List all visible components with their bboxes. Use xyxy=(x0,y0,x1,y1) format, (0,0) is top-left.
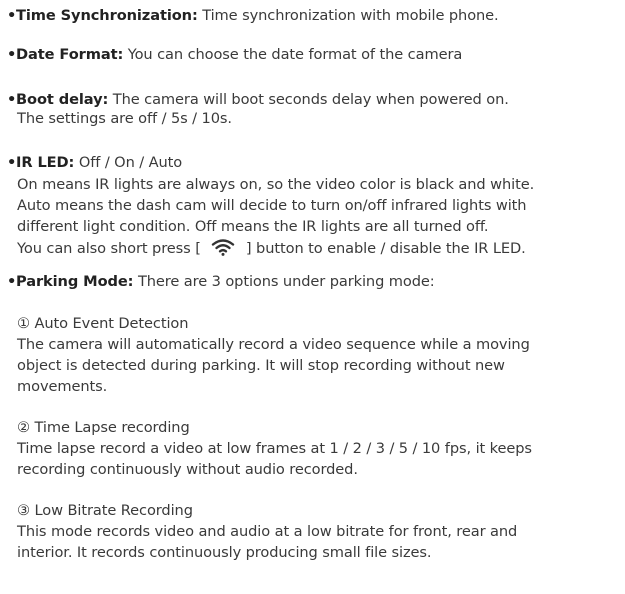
parking-option-line: object is detected during parking. It wi… xyxy=(17,357,505,374)
short-press-after: ] button to enable / disable the IR LED. xyxy=(245,240,526,257)
short-press-before: You can also short press [ xyxy=(17,240,201,257)
bullet: • xyxy=(7,7,17,24)
parking-option-line: interior. It records continuously produc… xyxy=(17,544,432,561)
date-format-item: •Date Format: You can choose the date fo… xyxy=(7,45,462,65)
ir-led-line: Auto means the dash cam will decide to t… xyxy=(17,197,527,214)
parking-option-heading: ② Time Lapse recording xyxy=(17,419,190,436)
parking-option-line: This mode records video and audio at a l… xyxy=(17,523,518,540)
boot-delay-desc: The camera will boot seconds delay when … xyxy=(108,91,509,108)
bullet: • xyxy=(7,91,17,108)
parking-option-line: recording continuously without audio rec… xyxy=(17,461,358,478)
date-format-desc: You can choose the date format of the ca… xyxy=(123,46,463,63)
time-sync-item: •Time Synchronization: Time synchronizat… xyxy=(7,6,499,26)
bullet: • xyxy=(7,273,17,290)
parking-option-line: The camera will automatically record a v… xyxy=(17,336,530,353)
parking-mode-item: •Parking Mode: There are 3 options under… xyxy=(7,272,435,292)
wifi-icon xyxy=(212,239,235,256)
parking-option-line: movements. xyxy=(17,378,108,395)
date-format-term: Date Format: xyxy=(16,46,124,63)
ir-led-short-press-line: You can also short press [ ] button to e… xyxy=(17,238,526,259)
ir-led-line: different light condition. Off means the… xyxy=(17,218,489,235)
time-sync-desc: Time synchronization with mobile phone. xyxy=(197,7,499,24)
ir-led-item: •IR LED: Off / On / Auto xyxy=(7,153,182,173)
ir-led-desc: Off / On / Auto xyxy=(74,154,183,171)
boot-delay-line: The settings are off / 5s / 10s. xyxy=(17,110,232,127)
parking-option-heading: ③ Low Bitrate Recording xyxy=(17,502,193,519)
bullet: • xyxy=(7,46,17,63)
ir-led-term: IR LED: xyxy=(16,154,75,171)
boot-delay-item: •Boot delay: The camera will boot second… xyxy=(7,90,509,110)
time-sync-term: Time Synchronization: xyxy=(16,7,198,24)
boot-delay-term: Boot delay: xyxy=(16,91,109,108)
parking-mode-term: Parking Mode: xyxy=(16,273,134,290)
parking-option-line: Time lapse record a video at low frames … xyxy=(17,440,532,457)
parking-mode-desc: There are 3 options under parking mode: xyxy=(133,273,435,290)
parking-option-heading: ① Auto Event Detection xyxy=(17,315,189,332)
bullet: • xyxy=(7,154,17,171)
ir-led-line: On means IR lights are always on, so the… xyxy=(17,176,535,193)
manual-page: •Time Synchronization: Time synchronizat… xyxy=(0,0,625,594)
